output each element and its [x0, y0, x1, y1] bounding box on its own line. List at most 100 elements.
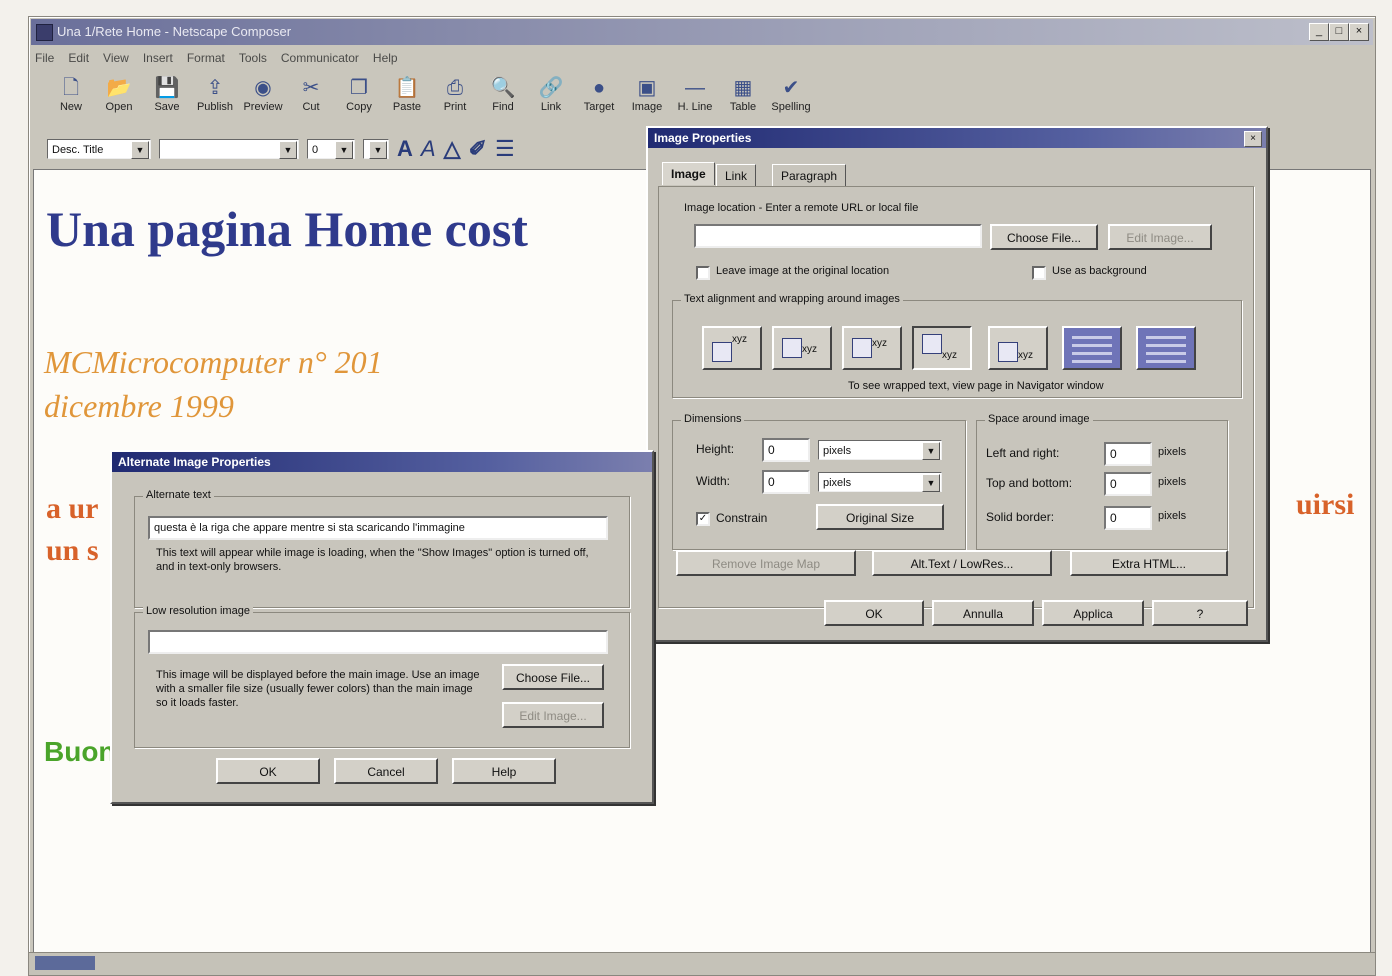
alt-text-input[interactable]: questa è la riga che appare mentre si st…	[148, 516, 608, 540]
toolbar-h-line-button[interactable]: — H. Line	[673, 75, 717, 125]
wrap-sample-text: xyz	[732, 334, 747, 345]
bullet-list-icon[interactable]: ☰	[495, 136, 515, 162]
wrap-option-5[interactable]: xyz	[988, 326, 1048, 370]
toolbar-spelling-button[interactable]: ✔ Spelling	[769, 75, 813, 125]
wrap-option-4[interactable]: xyz	[912, 326, 972, 370]
toolbar-preview-button[interactable]: ◉ Preview	[241, 75, 285, 125]
left-right-input[interactable]: 0	[1104, 442, 1152, 466]
menu-view[interactable]: View	[103, 51, 129, 65]
height-unit-value: pixels	[823, 445, 852, 457]
toolbar-new-button[interactable]: 🗋 New	[49, 75, 93, 125]
link-icon: 🔗	[538, 77, 564, 99]
menu-communicator[interactable]: Communicator	[281, 51, 359, 65]
wrap-option-1[interactable]: xyz	[702, 326, 762, 370]
menu-help[interactable]: Help	[373, 51, 398, 65]
new-doc-icon: 🗋	[62, 77, 80, 99]
toolbar-label: Open	[105, 101, 133, 113]
toolbar-target-button[interactable]: ● Target	[577, 75, 621, 125]
width-unit-value: pixels	[823, 477, 852, 489]
wrap-option-right[interactable]	[1136, 326, 1196, 370]
wrap-option-2[interactable]: xyz	[772, 326, 832, 370]
toolbar-find-button[interactable]: 🔍 Find	[481, 75, 525, 125]
minimize-button[interactable]: _	[1309, 23, 1329, 41]
annulla-button[interactable]: Annulla	[932, 600, 1034, 626]
alt-help-button[interactable]: Help	[452, 758, 556, 784]
image-icon	[852, 338, 872, 358]
leave-original-checkbox[interactable]	[696, 266, 710, 280]
image-properties-dialog: Image Properties × Image Link Paragraph …	[646, 126, 1268, 642]
orange-text-line-1: a ur	[46, 492, 99, 525]
wrap-option-3[interactable]: xyz	[842, 326, 902, 370]
menu-bar: File Edit View Insert Format Tools Commu…	[35, 47, 398, 69]
underline-icon[interactable]: △	[444, 136, 461, 162]
toolbar-table-button[interactable]: ▦ Table	[721, 75, 765, 125]
lowres-choose-file-button[interactable]: Choose File...	[502, 664, 604, 690]
font-size-select[interactable]: 0 ▼	[307, 139, 355, 159]
hline-icon: —	[685, 77, 705, 99]
close-icon[interactable]: ×	[1244, 131, 1262, 147]
height-input[interactable]: 0	[762, 438, 810, 462]
menu-edit[interactable]: Edit	[68, 51, 89, 65]
toolbar-save-button[interactable]: 💾 Save	[145, 75, 189, 125]
lowres-edit-image-button[interactable]: Edit Image...	[502, 702, 604, 728]
toolbar-print-button[interactable]: ⎙ Print	[433, 75, 477, 125]
maximize-button[interactable]: □	[1329, 23, 1349, 41]
constrain-label: Constrain	[716, 511, 768, 525]
table-icon: ▦	[733, 77, 753, 99]
ok-button[interactable]: OK	[824, 600, 924, 626]
alt-ok-button[interactable]: OK	[216, 758, 320, 784]
use-background-checkbox[interactable]	[1032, 266, 1046, 280]
toolbar-link-button[interactable]: 🔗 Link	[529, 75, 573, 125]
bold-icon[interactable]: A	[397, 136, 413, 162]
green-text: Buon	[44, 736, 116, 767]
tab-paragraph[interactable]: Paragraph	[772, 164, 847, 187]
top-bottom-input[interactable]: 0	[1104, 472, 1152, 496]
width-input[interactable]: 0	[762, 470, 810, 494]
tab-image[interactable]: Image	[662, 162, 715, 185]
choose-file-button[interactable]: Choose File...	[990, 224, 1098, 250]
toolbar-publish-button[interactable]: ⇪ Publish	[193, 75, 237, 125]
alt-text-label: Alternate text	[143, 489, 214, 501]
alt-text-lowres-button[interactable]: Alt.Text / LowRes...	[872, 550, 1052, 576]
tab-link[interactable]: Link	[716, 164, 757, 187]
menu-tools[interactable]: Tools	[239, 51, 267, 65]
font-select[interactable]: ▼	[159, 139, 299, 159]
remove-imagemap-button[interactable]: Remove Image Map	[676, 550, 856, 576]
lowres-input[interactable]	[148, 630, 608, 654]
toolbar-label: Find	[492, 101, 514, 113]
paragraph-style-select[interactable]: Desc. Title ▼	[47, 139, 151, 159]
width-unit-select[interactable]: pixels ▼	[818, 472, 942, 492]
toolbar-open-button[interactable]: 📂 Open	[97, 75, 141, 125]
toolbar-label: Link	[540, 101, 562, 113]
toolbar-label: H. Line	[677, 101, 713, 113]
height-unit-select[interactable]: pixels ▼	[818, 440, 942, 460]
toolbar-label: Cut	[302, 101, 320, 113]
toolbar-label: Spelling	[771, 101, 811, 113]
extra-html-button[interactable]: Extra HTML...	[1070, 550, 1228, 576]
original-size-button[interactable]: Original Size	[816, 504, 944, 530]
left-right-unit: pixels	[1158, 446, 1187, 458]
solid-border-input[interactable]: 0	[1104, 506, 1152, 530]
wrap-option-left[interactable]	[1062, 326, 1122, 370]
image-icon	[922, 334, 942, 354]
toolbar-copy-button[interactable]: ❐ Copy	[337, 75, 381, 125]
font-size-value: 0	[312, 144, 319, 156]
menu-insert[interactable]: Insert	[143, 51, 173, 65]
toolbar-cut-button[interactable]: ✂ Cut	[289, 75, 333, 125]
edit-image-button[interactable]: Edit Image...	[1108, 224, 1212, 250]
paste-icon: 📋	[394, 77, 420, 99]
menu-format[interactable]: Format	[187, 51, 225, 65]
clear-styles-icon[interactable]: ✐	[469, 136, 487, 162]
alt-cancel-button[interactable]: Cancel	[334, 758, 438, 784]
text-color-select[interactable]: ▼	[363, 139, 389, 159]
image-location-input[interactable]	[694, 224, 982, 248]
close-window-button[interactable]: ×	[1349, 23, 1369, 41]
italic-icon[interactable]: A	[421, 136, 436, 162]
toolbar-image-button[interactable]: ▣ Image	[625, 75, 669, 125]
use-background-label: Use as background	[1052, 265, 1147, 277]
constrain-checkbox[interactable]: ✓	[696, 512, 710, 526]
menu-file[interactable]: File	[35, 51, 54, 65]
toolbar-paste-button[interactable]: 📋 Paste	[385, 75, 429, 125]
applica-button[interactable]: Applica	[1042, 600, 1144, 626]
help-button[interactable]: ?	[1152, 600, 1248, 626]
